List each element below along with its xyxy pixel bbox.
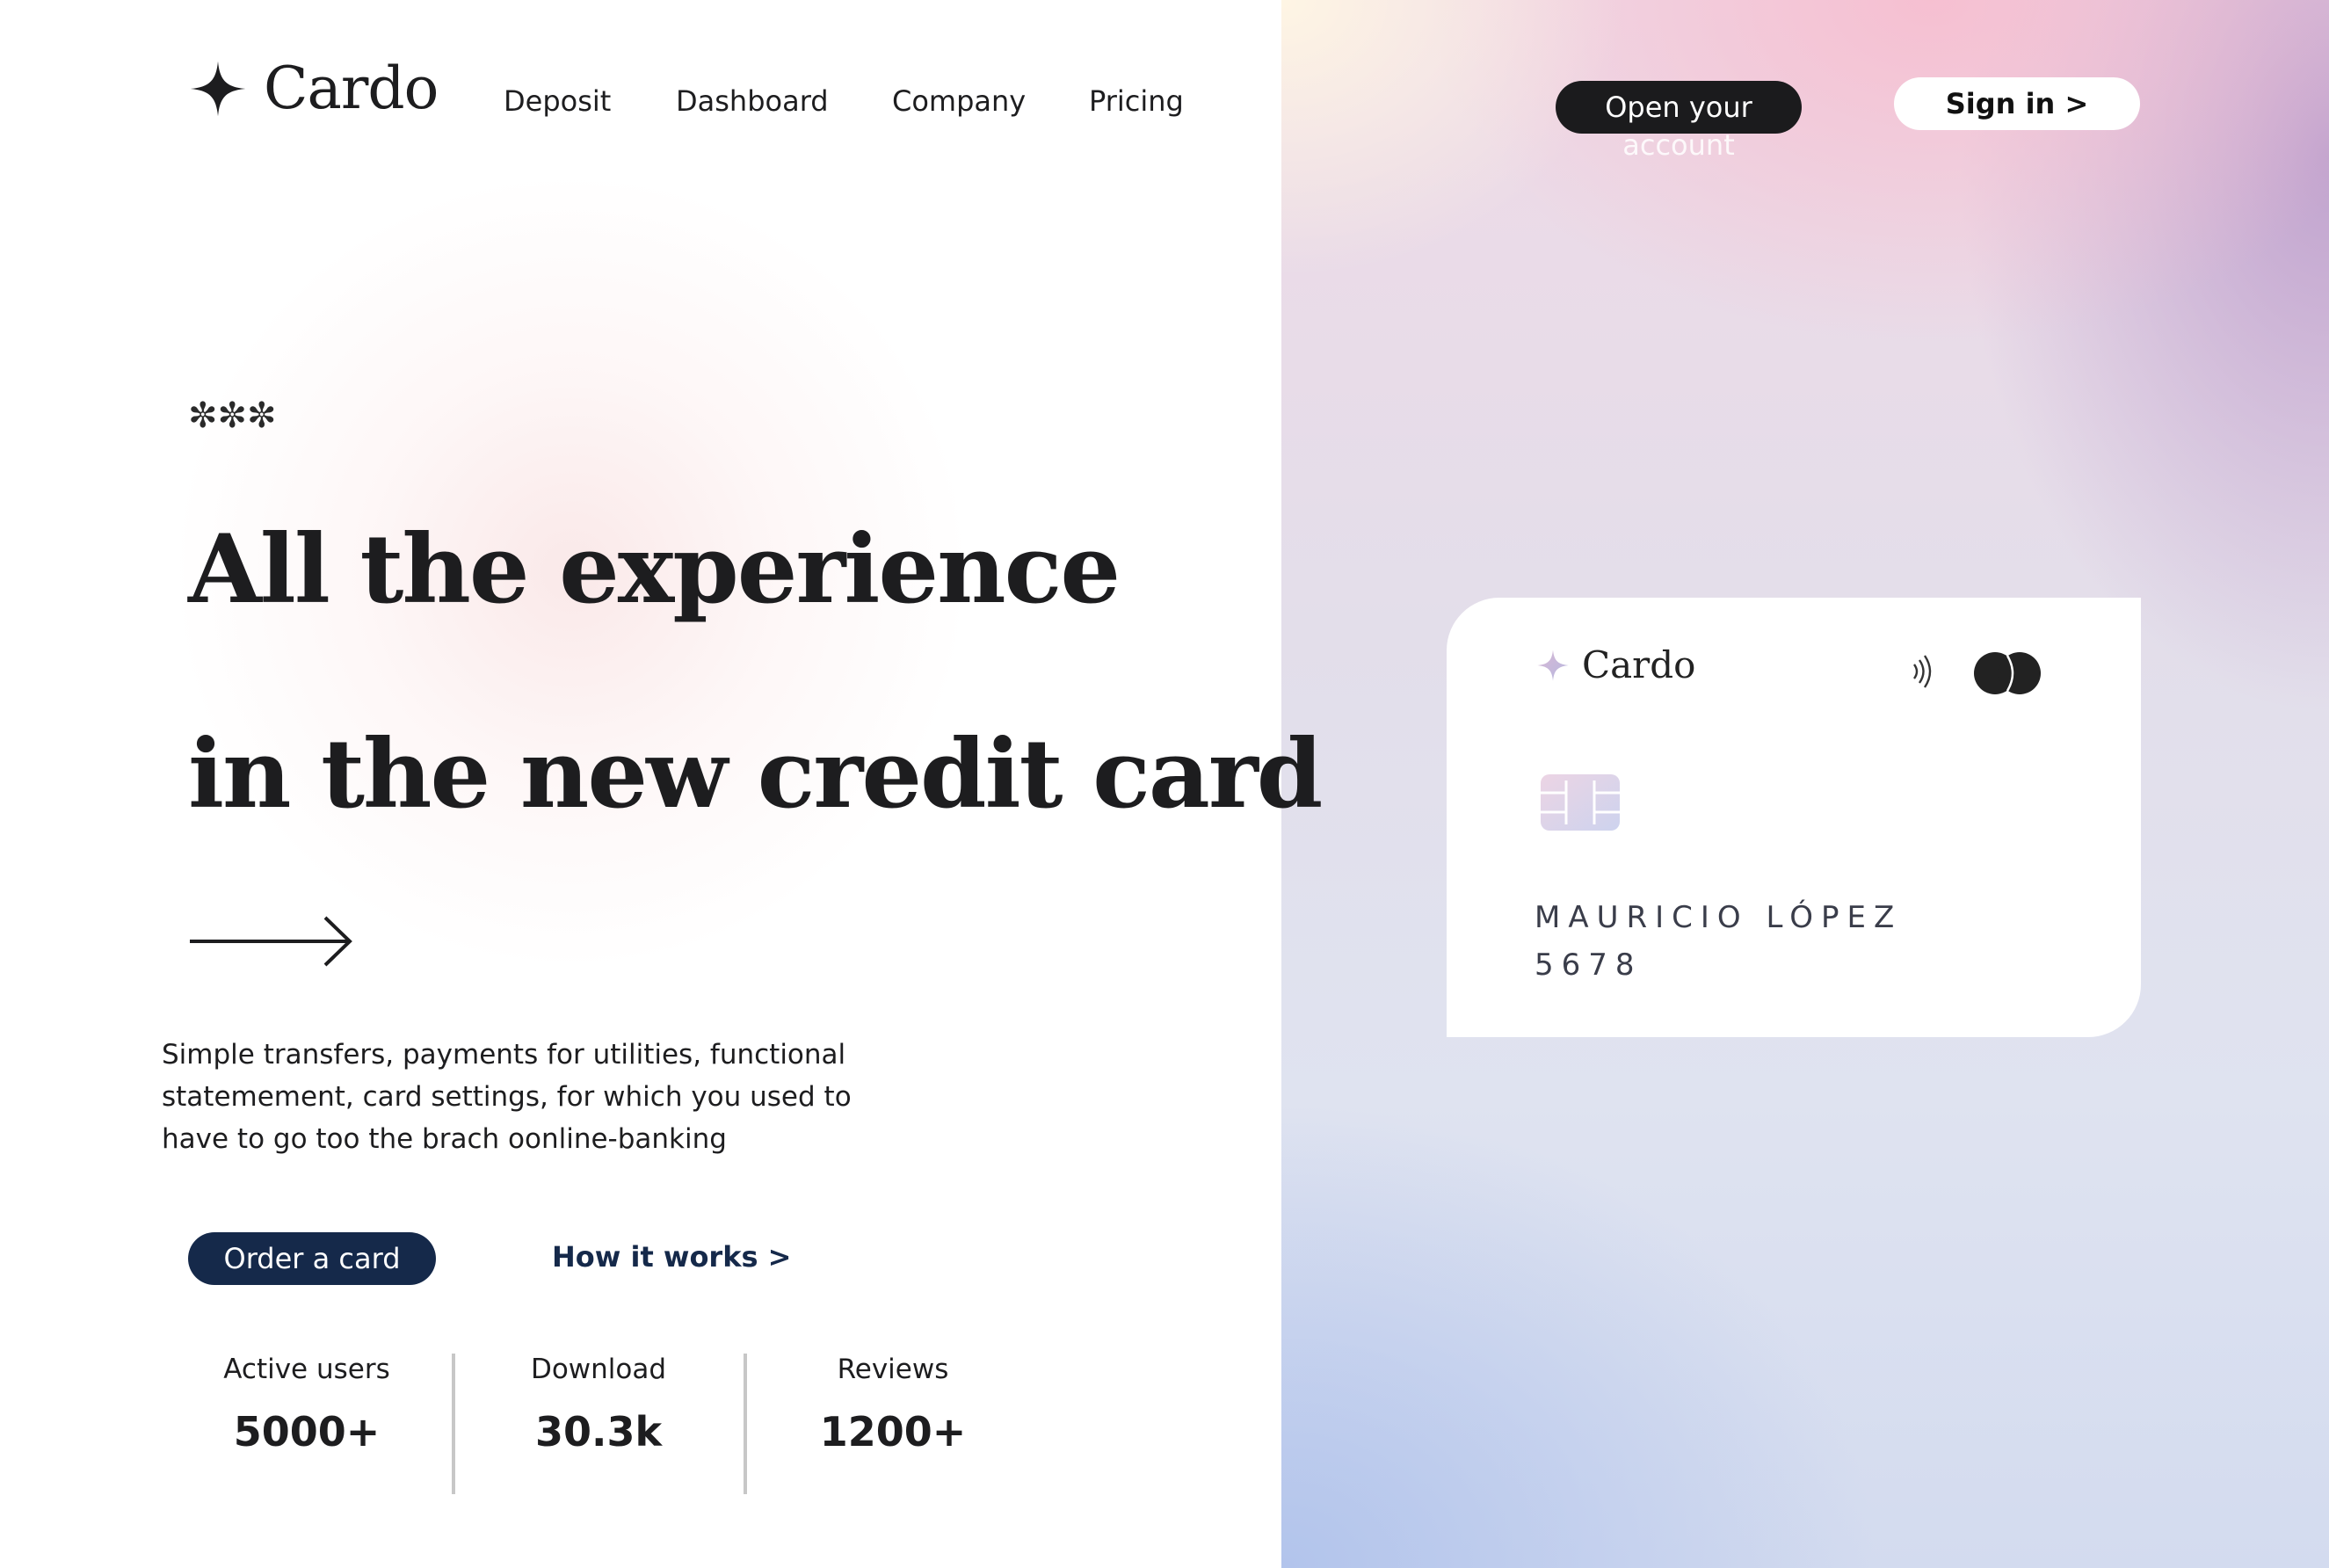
sign-in-button[interactable]: Sign in > bbox=[1894, 77, 2140, 130]
headline-line-1: All the experience bbox=[188, 514, 1121, 625]
stat-divider bbox=[452, 1354, 455, 1494]
stat-divider bbox=[744, 1354, 747, 1494]
headline-line-2: in the new credit card bbox=[188, 719, 1323, 830]
stat-value: 5000+ bbox=[233, 1408, 381, 1455]
card-number: 5678 bbox=[1535, 947, 1643, 983]
card-holder-name: MAURICIO LÓPEZ bbox=[1535, 900, 1903, 935]
stat-reviews: Reviews 1200+ bbox=[761, 1354, 1025, 1455]
card-brand-name: Cardo bbox=[1582, 643, 1696, 686]
headline-bold: experience bbox=[559, 514, 1121, 625]
brand-logo[interactable]: Cardo bbox=[188, 54, 439, 122]
stat-active-users: Active users 5000+ bbox=[175, 1354, 439, 1455]
decor-stars-text: ✼✼✼ bbox=[188, 396, 277, 436]
stat-value: 1200+ bbox=[819, 1408, 967, 1455]
stat-label: Download bbox=[530, 1354, 667, 1385]
open-account-button[interactable]: Open your bbox=[1556, 81, 1802, 134]
mastercard-icon bbox=[1974, 652, 2041, 694]
stat-download: Download 30.3k bbox=[467, 1354, 730, 1455]
stat-value: 30.3k bbox=[534, 1408, 663, 1455]
four-point-star-icon bbox=[1537, 649, 1569, 681]
how-it-works-link[interactable]: How it works > bbox=[552, 1240, 791, 1274]
card-brand: Cardo bbox=[1535, 643, 1695, 686]
decor-stars: ✼✼✼ bbox=[188, 396, 277, 436]
arrow-right-icon bbox=[190, 916, 352, 967]
stat-label: Reviews bbox=[837, 1354, 949, 1385]
four-point-star-icon bbox=[190, 61, 246, 116]
hero-description: Simple transfers, payments for utilities… bbox=[162, 1039, 852, 1155]
credit-card: Cardo MAURICIO LÓPEZ 5678 bbox=[1447, 598, 2141, 1037]
nav-deposit[interactable]: Deposit bbox=[504, 84, 611, 118]
chip-icon bbox=[1541, 774, 1620, 831]
contactless-icon bbox=[1913, 655, 1932, 688]
open-account-overflow-text: account bbox=[1622, 128, 1735, 162]
brand-name: Cardo bbox=[264, 54, 439, 122]
headline-light: All the bbox=[188, 514, 560, 625]
stat-label: Active users bbox=[223, 1354, 390, 1385]
order-card-button[interactable]: Order a card bbox=[188, 1232, 436, 1285]
nav-pricing[interactable]: Pricing bbox=[1089, 84, 1184, 118]
nav-dashboard[interactable]: Dashboard bbox=[676, 84, 829, 118]
nav-company[interactable]: Company bbox=[892, 84, 1026, 118]
